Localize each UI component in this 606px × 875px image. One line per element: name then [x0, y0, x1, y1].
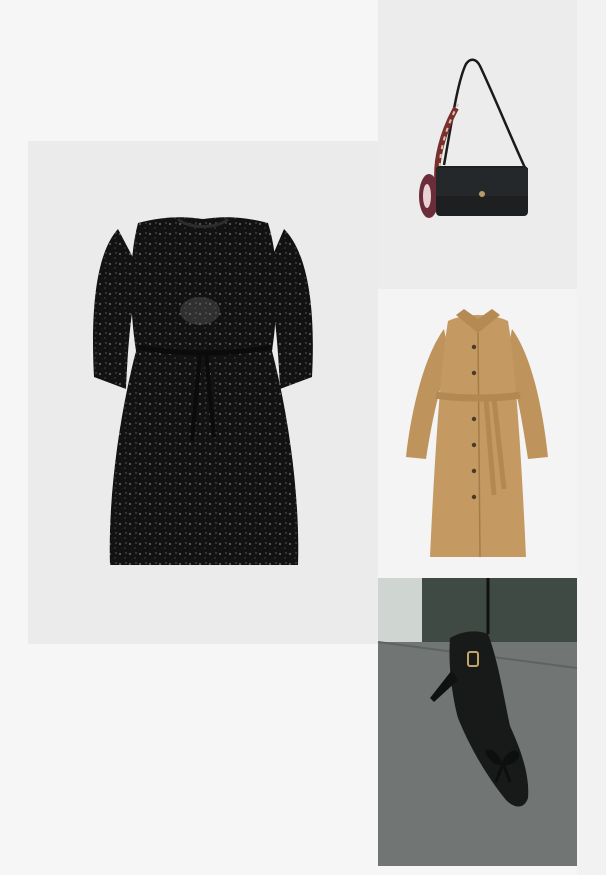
- product-tile-bag[interactable]: [378, 0, 577, 289]
- product-tile-coat[interactable]: [378, 289, 577, 578]
- bag-image: [419, 58, 528, 218]
- coat-image: [406, 309, 548, 558]
- right-margin: [577, 0, 606, 875]
- dress-image: [93, 217, 313, 565]
- outfit-board: [0, 0, 606, 875]
- product-tile-dress[interactable]: [28, 141, 378, 644]
- product-tile-shoe[interactable]: [378, 578, 577, 866]
- shoe-image: [378, 578, 577, 866]
